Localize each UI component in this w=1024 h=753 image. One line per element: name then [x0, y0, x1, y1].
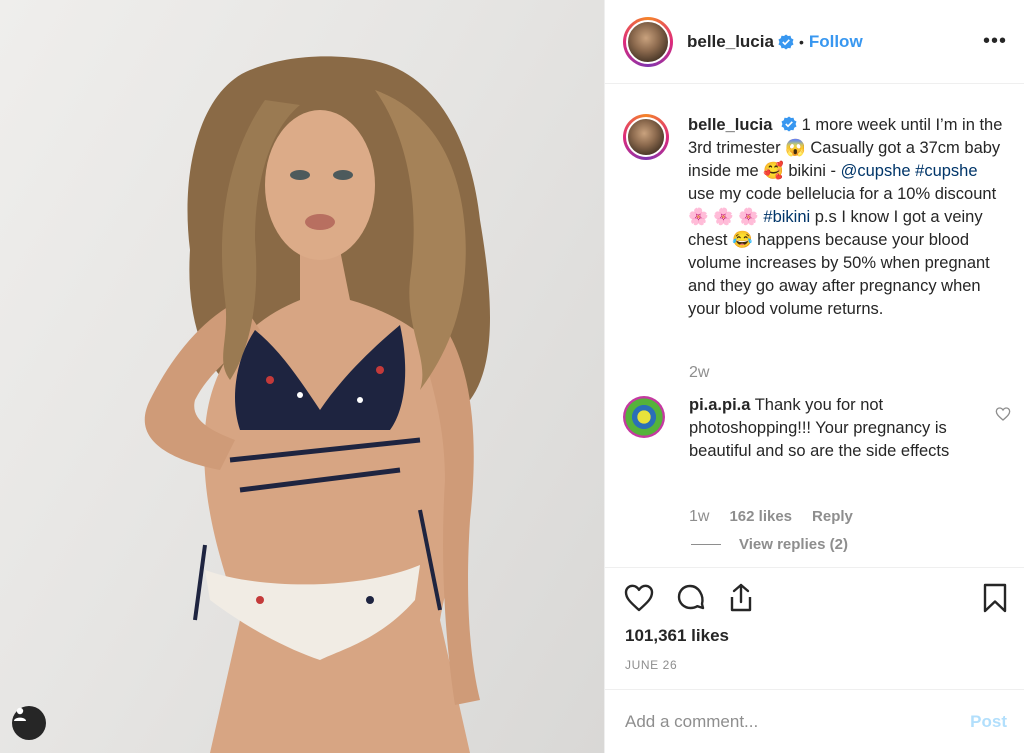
post-comment-button[interactable]: Post — [970, 712, 1007, 732]
comment-item: pi.a.pi.a Thank you for not photoshoppin… — [623, 394, 1023, 463]
caption-avatar[interactable] — [623, 114, 669, 160]
follow-button[interactable]: Follow — [809, 32, 863, 52]
reply-button[interactable]: Reply — [812, 508, 853, 525]
comment-likes[interactable]: 162 likes — [729, 508, 792, 525]
mention-link[interactable]: @cupshe — [841, 162, 911, 180]
like-heart-icon[interactable] — [623, 582, 655, 614]
caption-age: 2w — [689, 364, 710, 381]
photo-illustration — [144, 56, 490, 753]
comments-section[interactable]: belle_lucia 1 more week until I’m in the… — [605, 84, 1024, 566]
post-actions: 101,361 likes JUNE 26 — [605, 567, 1024, 687]
comment-meta: 1w 162 likes Reply — [689, 508, 853, 526]
person-icon — [14, 707, 26, 721]
comment-text: pi.a.pi.a Thank you for not photoshoppin… — [689, 394, 969, 463]
verified-badge-icon — [778, 34, 794, 49]
replies-divider — [691, 544, 721, 545]
likes-count[interactable]: 101,361 likes — [625, 626, 729, 646]
verified-badge-icon — [781, 116, 797, 132]
comment-time: 1w — [689, 508, 710, 525]
hashtag-link-cupshe[interactable]: #cupshe — [915, 162, 977, 180]
header-separator: • — [798, 33, 804, 50]
tagged-users-button[interactable] — [12, 706, 46, 740]
commenter-username[interactable]: pi.a.pi.a — [689, 396, 750, 414]
commenter-avatar[interactable] — [623, 396, 665, 438]
like-comment-heart-icon[interactable] — [995, 406, 1011, 422]
caption: belle_lucia 1 more week until I’m in the… — [623, 114, 1015, 321]
save-bookmark-icon[interactable] — [979, 582, 1011, 614]
caption-text: belle_lucia 1 more week until I’m in the… — [688, 114, 1006, 321]
post-side-panel: belle_lucia • Follow ••• belle_lucia 1 m… — [604, 0, 1024, 753]
view-replies-label: View replies (2) — [739, 536, 848, 553]
post-header: belle_lucia • Follow ••• — [605, 0, 1024, 84]
share-icon[interactable] — [725, 582, 757, 614]
comment-input[interactable] — [625, 711, 971, 732]
view-replies-button[interactable]: View replies (2) — [691, 536, 848, 553]
post-date: JUNE 26 — [625, 658, 678, 672]
add-comment-bar: Post — [605, 689, 1024, 753]
hashtag-link-bikini[interactable]: #bikini — [763, 208, 810, 226]
caption-username[interactable]: belle_lucia — [688, 116, 772, 134]
comment-bubble-icon[interactable] — [675, 582, 707, 614]
post-photo[interactable] — [0, 0, 604, 753]
author-username[interactable]: belle_lucia — [687, 32, 774, 52]
more-options-icon[interactable]: ••• — [983, 30, 1007, 53]
author-avatar[interactable] — [623, 16, 673, 67]
